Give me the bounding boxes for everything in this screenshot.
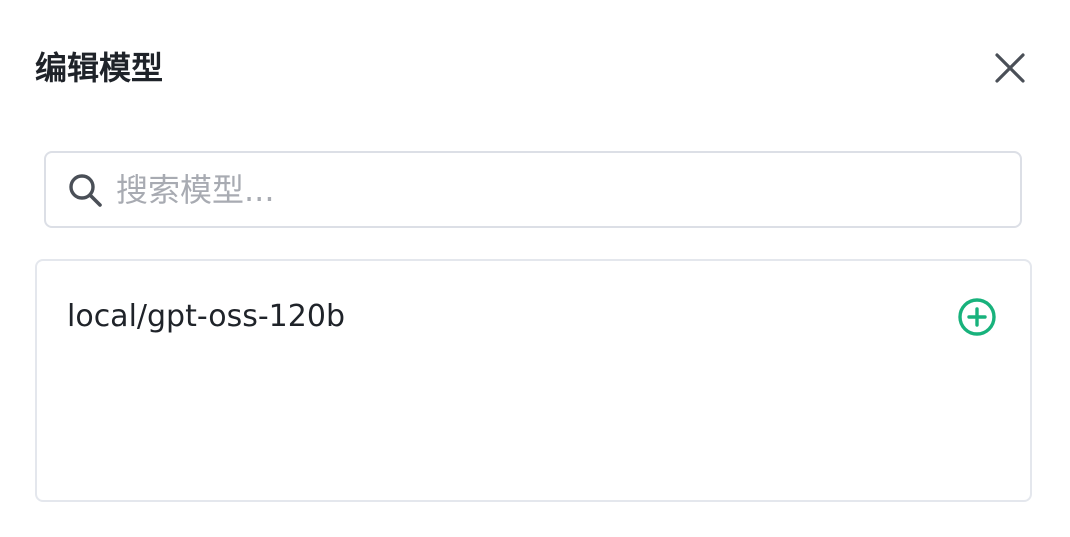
- dialog-title: 编辑模型: [35, 49, 164, 87]
- model-name: local/gpt-oss-120b: [67, 298, 345, 334]
- close-icon: [995, 53, 1025, 83]
- add-model-button[interactable]: [956, 296, 998, 338]
- add-circle-icon: [958, 298, 996, 336]
- search-box: [44, 151, 1022, 228]
- search-icon: [66, 171, 104, 209]
- model-list: local/gpt-oss-120b: [35, 259, 1032, 502]
- search-input[interactable]: [116, 153, 1020, 226]
- list-item: local/gpt-oss-120b: [37, 261, 1030, 371]
- close-button[interactable]: [990, 48, 1030, 88]
